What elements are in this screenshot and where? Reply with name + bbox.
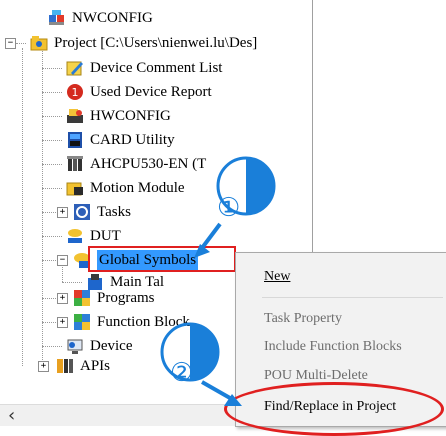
tree-item-label: HWCONFIG (90, 108, 171, 124)
tree-line (42, 140, 62, 141)
tree-line (42, 164, 62, 165)
tree-item-label: Used Device Report (90, 84, 212, 100)
function-block-icon (73, 313, 91, 331)
tree-item-label: Device (90, 338, 133, 354)
hwconfig-icon (66, 107, 84, 125)
tree-item-label: Motion Module (90, 180, 185, 196)
tree-line (42, 236, 62, 237)
tree-item-label: CARD Utility (90, 132, 175, 148)
menu-separator (262, 297, 443, 298)
callout-1-number: ① (217, 193, 241, 223)
project-icon (30, 34, 48, 52)
tree-line (42, 346, 62, 347)
menu-item-task-property[interactable]: Task Property (264, 311, 342, 327)
programs-icon (73, 289, 91, 307)
apis-icon (56, 357, 74, 375)
tree-line (42, 92, 62, 93)
device-monitor-icon (66, 337, 84, 355)
tree-item-dut[interactable]: DUT (66, 224, 121, 248)
expand-toggle[interactable]: + (38, 361, 49, 372)
tree-line (42, 68, 62, 69)
tree-line (42, 322, 56, 323)
menu-item-include-function-blocks[interactable]: Include Function Blocks (264, 339, 402, 355)
plc-cpu-icon (66, 155, 84, 173)
tree-item-label: Tasks (97, 204, 131, 220)
tree-item-apis[interactable]: APIs (56, 354, 110, 378)
collapse-toggle[interactable]: − (57, 255, 68, 266)
tree-line (16, 43, 26, 44)
tree-item-tasks[interactable]: Tasks (73, 200, 131, 224)
tree-line (42, 212, 56, 213)
tree-item-card-utility[interactable]: CARD Utility (66, 128, 175, 152)
tree-line (42, 298, 56, 299)
menu-item-label: Task Property (264, 311, 342, 326)
tree-item-label: DUT (90, 228, 121, 244)
motion-module-icon (66, 179, 84, 197)
tree-line (22, 48, 23, 366)
tree-line (42, 260, 56, 261)
tree-item-nwconfig[interactable]: NWCONFIG (48, 6, 153, 30)
expand-toggle[interactable]: + (57, 317, 68, 328)
tree-item-label: Project [C:\Users\nienwei.lu\Des] (54, 35, 258, 51)
collapse-toggle[interactable]: − (5, 38, 16, 49)
scroll-left-arrow-icon[interactable]: ‹ (8, 405, 15, 426)
svg-text:1: 1 (72, 86, 79, 99)
device-report-icon: 1 (66, 83, 84, 101)
expand-toggle[interactable]: + (57, 207, 68, 218)
tree-item-label: Programs (97, 290, 155, 306)
tree-item-motion-module[interactable]: Motion Module (66, 176, 185, 200)
comment-list-icon (66, 59, 84, 77)
menu-item-label: New (264, 269, 291, 284)
menu-item-label: POU Multi-Delete (264, 368, 368, 383)
tree-item-label: NWCONFIG (72, 10, 153, 26)
tree-item-programs[interactable]: Programs (73, 286, 155, 310)
tree-line (42, 48, 43, 366)
menu-item-new[interactable]: New (264, 269, 290, 285)
tasks-icon (73, 203, 91, 221)
tree-item-label: Device Comment List (90, 60, 223, 76)
callout-2 (160, 322, 242, 406)
dut-icon (66, 227, 84, 245)
menu-item-label: Include Function Blocks (264, 339, 402, 354)
tree-line (42, 116, 62, 117)
tree-item-hwconfig[interactable]: HWCONFIG (66, 104, 171, 128)
tree-item-label: APIs (80, 358, 111, 374)
tree-line (62, 282, 82, 283)
callout-2-number: ② (170, 358, 194, 388)
tree-item-project[interactable]: Project [C:\Users\nienwei.lu\Des] (30, 31, 257, 55)
tree-item-used-device-report[interactable]: 1 Used Device Report (66, 80, 212, 104)
tree-line (42, 188, 62, 189)
card-utility-icon (66, 131, 84, 149)
expand-toggle[interactable]: + (57, 293, 68, 304)
tree-item-device-comment-list[interactable]: Device Comment List (66, 56, 222, 80)
nwconfig-icon (48, 9, 66, 27)
